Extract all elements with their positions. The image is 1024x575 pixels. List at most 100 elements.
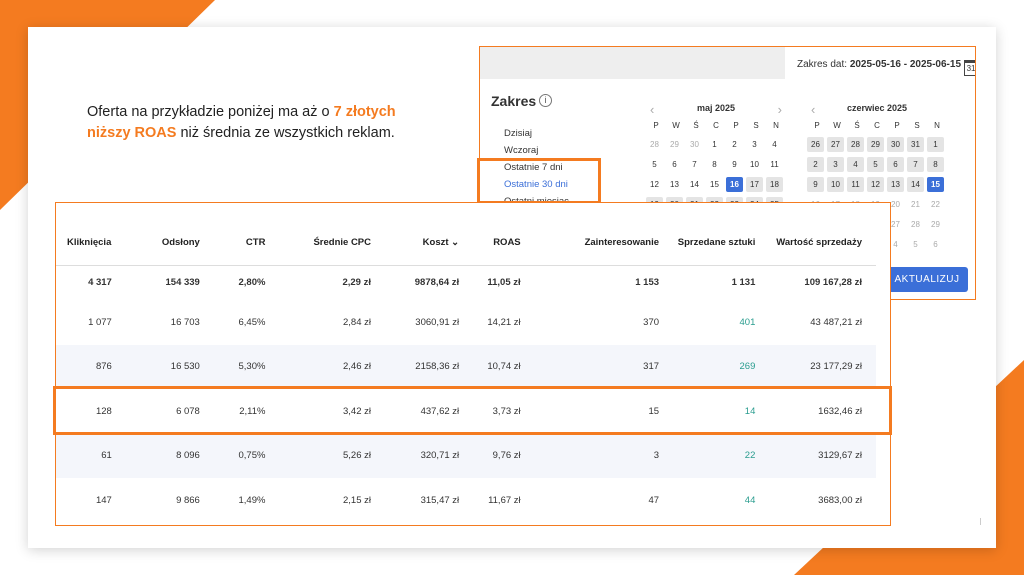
calendar-day[interactable]: 12 (867, 177, 884, 192)
calendar-day[interactable]: 6 (887, 157, 904, 172)
calendar-day[interactable]: 21 (907, 197, 924, 212)
column-header: Wartość sprzedaży (769, 222, 876, 265)
next-month-icon[interactable]: › (778, 102, 782, 117)
column-header[interactable]: Koszt ⌄ (385, 222, 473, 265)
calendar-day[interactable]: 28 (907, 217, 924, 232)
table-cell: 47 (648, 494, 660, 506)
table-cell: 1,49% (238, 494, 266, 506)
calendar-day[interactable]: 13 (666, 177, 683, 192)
weekday-label: P (653, 121, 659, 130)
table-cell: 147 (95, 494, 112, 506)
calendar-day[interactable]: 3 (746, 137, 763, 152)
info-icon[interactable]: i (539, 94, 552, 107)
column-header-label: Odsłony (161, 237, 200, 249)
weekday-label: W (672, 121, 680, 130)
calendar-day[interactable]: 15 (927, 177, 944, 192)
calendar-day[interactable]: 5 (907, 237, 924, 252)
calendar-june-label: czerwiec 2025 (846, 103, 908, 113)
calendar-day[interactable]: 16 (726, 177, 743, 192)
calendar-day[interactable]: 2 (726, 137, 743, 152)
calendar-day[interactable]: 18 (766, 177, 783, 192)
calendar-day[interactable]: 15 (706, 177, 723, 192)
calendar-day[interactable]: 9 (807, 177, 824, 192)
calendar-day[interactable]: 4 (766, 137, 783, 152)
column-header-label: Wartość sprzedaży (776, 237, 862, 249)
calendar-day[interactable]: 30 (686, 137, 703, 152)
calendar-day[interactable]: 6 (927, 237, 944, 252)
column-header: Odsłony (132, 222, 214, 265)
calendar-day[interactable]: 5 (867, 157, 884, 172)
intro-text-end: niż średnia ze wszystkich reklam. (176, 125, 395, 141)
date-range-display[interactable]: Zakres dat: 2025-05-16 - 2025-06-15 31 (797, 59, 975, 76)
calendar-day[interactable]: 12 (646, 177, 663, 192)
sort-icon[interactable]: ⌄ (449, 237, 459, 248)
range-preset-item[interactable]: Dzisiaj (504, 125, 569, 142)
table-cell: 9,76 zł (473, 433, 535, 478)
calendar-may-title: ‹ maj 2025 › (646, 102, 786, 117)
calendar-day[interactable]: 10 (827, 177, 844, 192)
column-header: CTR (214, 222, 280, 265)
calendar-day[interactable]: 29 (867, 137, 884, 152)
weekday-label: S (914, 121, 920, 130)
calendar-day[interactable]: 6 (666, 157, 683, 172)
weekday-label: P (733, 121, 739, 130)
table-cell: 61 (56, 433, 132, 478)
column-header-label: ROAS (493, 237, 521, 249)
calendar-day[interactable]: 11 (847, 177, 864, 192)
table-cell: 320,71 zł (385, 433, 474, 478)
calendar-day[interactable]: 7 (686, 157, 703, 172)
table-cell: 1 077 (88, 316, 112, 328)
calendar-day[interactable]: 14 (686, 177, 703, 192)
weekday-label: P (814, 121, 820, 130)
weekday-label: C (874, 121, 880, 130)
table-cell: 6,45% (238, 316, 266, 328)
intro-text: Oferta na przykładzie poniżej ma aż o 7 … (87, 102, 427, 144)
table-cell: 3683,00 zł (818, 494, 862, 506)
calendar-day[interactable]: 7 (907, 157, 924, 172)
column-header-label: Koszt (422, 237, 449, 249)
calendar-day[interactable]: 5 (646, 157, 663, 172)
calendar-day[interactable]: 29 (927, 217, 944, 232)
column-header-label: Średnie CPC (313, 237, 371, 249)
calendar-day[interactable]: 22 (927, 197, 944, 212)
calendar-day[interactable]: 11 (766, 157, 783, 172)
calendar-day[interactable]: 26 (807, 137, 824, 152)
table-cell: 9878,64 zł (385, 264, 474, 300)
table-cell: 2,80% (213, 264, 280, 300)
calendar-day[interactable]: 28 (847, 137, 864, 152)
weekday-label: S (753, 121, 759, 130)
calendar-day[interactable]: 3 (827, 157, 844, 172)
prev-month-icon[interactable]: ‹ (650, 102, 654, 117)
stats-table-panel: Kliknięcia Odsłony CTR Średnie CPC Koszt ⌄ RO… (55, 202, 891, 526)
calendar-day[interactable]: 28 (646, 137, 663, 152)
calendar-day[interactable]: 27 (827, 137, 844, 152)
calendar-day[interactable]: 2 (807, 157, 824, 172)
calendar-day[interactable]: 9 (726, 157, 743, 172)
calendar-day[interactable]: 4 (847, 157, 864, 172)
column-header-label: Sprzedane sztuki (677, 237, 756, 249)
table-cell: 16 703 (170, 316, 200, 328)
table-cell: 22 (673, 433, 770, 478)
calendar-day[interactable]: 31 (907, 137, 924, 152)
calendar-may-label: maj 2025 (696, 103, 736, 113)
calendar-day[interactable]: 14 (907, 177, 924, 192)
weekday-header: PWŚCPSN (646, 119, 786, 133)
calendar-day[interactable]: 8 (706, 157, 723, 172)
calendar-day[interactable]: 8 (927, 157, 944, 172)
update-button[interactable]: AKTUALIZUJ (886, 267, 968, 292)
calendar-day[interactable]: 30 (887, 137, 904, 152)
table-cell: 11,67 zł (488, 494, 521, 506)
calendar-day[interactable]: 1 (927, 137, 944, 152)
table-cell: 2,15 zł (343, 494, 371, 506)
table-cell: 401 (739, 316, 756, 328)
table-cell: 9 866 (176, 494, 200, 506)
calendar-day[interactable]: 17 (746, 177, 763, 192)
calendar-day[interactable]: 13 (887, 177, 904, 192)
table-cell: 109 167,28 zł (769, 264, 876, 300)
range-preset-item[interactable]: Wczoraj (504, 142, 569, 159)
prev-month-icon[interactable]: ‹ (811, 102, 815, 117)
calendar-day[interactable]: 29 (666, 137, 683, 152)
calendar-day[interactable]: 10 (746, 157, 763, 172)
calendar-day[interactable]: 1 (706, 137, 723, 152)
calendar-icon[interactable]: 31 (964, 60, 975, 76)
